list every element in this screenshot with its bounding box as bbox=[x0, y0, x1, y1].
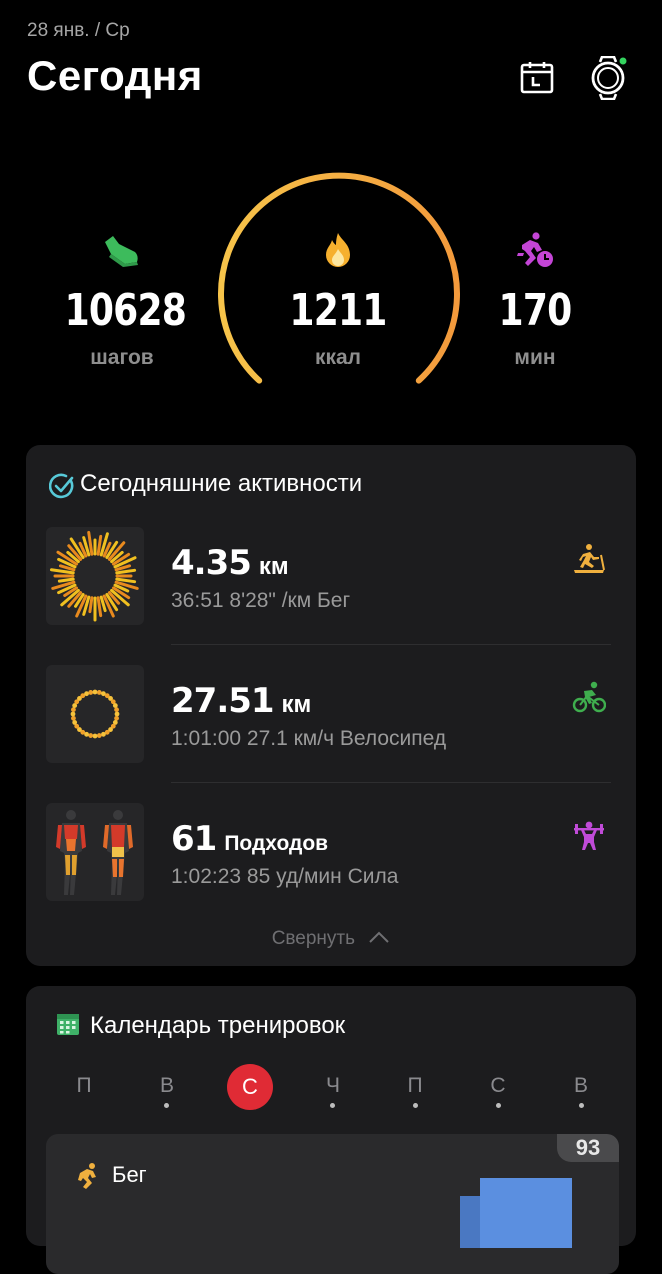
body-front-icon bbox=[56, 810, 86, 895]
activity-unit: Подходов bbox=[224, 832, 329, 855]
workout-dot bbox=[164, 1103, 169, 1108]
route-segment bbox=[88, 596, 94, 614]
route-thumbnail bbox=[46, 527, 144, 625]
activity-distance: 27.51 bbox=[171, 681, 275, 721]
route-point bbox=[84, 691, 89, 697]
route-point bbox=[96, 690, 102, 695]
heart-rate-bar bbox=[480, 1178, 572, 1248]
route-segment bbox=[115, 577, 137, 584]
activity-details: 1:02:23 85 уд/мин Сила bbox=[171, 865, 399, 888]
date-label: 28 янв. / Ср bbox=[27, 20, 130, 41]
workout-dot bbox=[413, 1103, 418, 1108]
route-point bbox=[72, 720, 78, 725]
watch-icon bbox=[591, 56, 627, 100]
route-point bbox=[88, 733, 94, 738]
route-point bbox=[70, 711, 76, 717]
training-calendar-card: Календарь тренировок П В С Ч П С В Бег 9… bbox=[26, 986, 636, 1274]
route-point bbox=[71, 715, 76, 721]
collapse-label: Свернуть bbox=[271, 928, 356, 949]
route-point bbox=[92, 733, 98, 739]
activity-cycling[interactable]: 27.51 км 1:01:00 27.1 км/ч Велосипед bbox=[26, 665, 636, 765]
day-thu[interactable]: Ч bbox=[313, 1074, 353, 1098]
muscle-map-thumbnail bbox=[46, 803, 144, 901]
running-icon bbox=[74, 1162, 102, 1195]
calories-value: 1211 bbox=[289, 285, 387, 336]
activity-unit: км bbox=[281, 691, 312, 718]
steps-value: 10628 bbox=[64, 285, 187, 336]
route-point bbox=[112, 703, 118, 708]
body-back-icon bbox=[103, 810, 133, 895]
heart-rate-bar bbox=[460, 1196, 480, 1248]
day-sun[interactable]: В bbox=[561, 1074, 601, 1098]
route-point bbox=[92, 689, 98, 695]
page-title: Сегодня bbox=[27, 52, 203, 99]
shoe-icon bbox=[100, 230, 142, 270]
route-point bbox=[114, 711, 120, 717]
day-sat[interactable]: С bbox=[478, 1074, 518, 1098]
cycling-icon bbox=[571, 679, 607, 715]
activity-sets: 61 bbox=[171, 819, 217, 859]
minutes-value: 170 bbox=[498, 285, 573, 336]
activity-unit: км bbox=[258, 553, 289, 580]
calendar-icon bbox=[520, 62, 554, 94]
treadmill-icon bbox=[571, 541, 607, 577]
route-point bbox=[88, 690, 94, 695]
route-segment bbox=[57, 577, 75, 583]
steps-label: шагов bbox=[90, 346, 154, 369]
day-fri[interactable]: П bbox=[395, 1074, 435, 1098]
collapse-button[interactable]: Свернуть bbox=[26, 928, 636, 950]
divider bbox=[171, 644, 611, 645]
activity-strength[interactable]: 61 Подходов 1:02:23 85 уд/мин Сила bbox=[26, 803, 636, 903]
minutes-label: мин bbox=[514, 346, 556, 369]
divider bbox=[171, 782, 611, 783]
workout-label: Бег bbox=[112, 1162, 147, 1187]
activity-distance: 4.35 bbox=[171, 543, 252, 583]
week-strip: П В С Ч П С В bbox=[26, 1064, 636, 1114]
workout-summary-card[interactable]: Бег 93 bbox=[46, 1134, 619, 1274]
watch-button[interactable] bbox=[586, 56, 630, 100]
day-mon[interactable]: П bbox=[64, 1074, 104, 1098]
route-point bbox=[71, 707, 76, 713]
calendar-grid-icon bbox=[56, 1012, 80, 1041]
weightlifting-icon bbox=[571, 817, 607, 853]
calendar-button[interactable] bbox=[515, 56, 559, 100]
route-thumbnail bbox=[46, 665, 144, 763]
route-point bbox=[114, 715, 119, 721]
activities-title: Сегодняшние активности bbox=[80, 470, 363, 497]
route-point bbox=[114, 707, 119, 713]
activity-details: 1:01:00 27.1 км/ч Велосипед bbox=[171, 727, 447, 750]
workout-dot bbox=[496, 1103, 501, 1108]
workout-dot bbox=[579, 1103, 584, 1108]
day-wed-today[interactable]: С bbox=[227, 1064, 273, 1110]
activity-details: 36:51 8'28" /км Бег bbox=[171, 589, 351, 612]
check-circle-icon bbox=[48, 473, 75, 504]
route-segment bbox=[115, 568, 137, 575]
calendar-title: Календарь тренировок bbox=[90, 1012, 346, 1039]
activities-card: Сегодняшние активности 4.35 км 36:51 8'28… bbox=[26, 445, 636, 966]
running-clock-icon bbox=[515, 230, 555, 270]
flame-icon bbox=[320, 230, 356, 270]
route-point bbox=[101, 731, 106, 737]
workout-dot bbox=[330, 1103, 335, 1108]
score-badge: 93 bbox=[557, 1134, 619, 1162]
route-segment bbox=[96, 596, 103, 618]
day-tue[interactable]: В bbox=[147, 1074, 187, 1098]
calories-label: ккал bbox=[314, 346, 362, 369]
activity-run[interactable]: 4.35 км 36:51 8'28" /км Бег bbox=[26, 527, 636, 627]
chevron-up-icon bbox=[369, 931, 390, 943]
route-segment bbox=[96, 534, 103, 556]
route-point bbox=[96, 733, 102, 738]
